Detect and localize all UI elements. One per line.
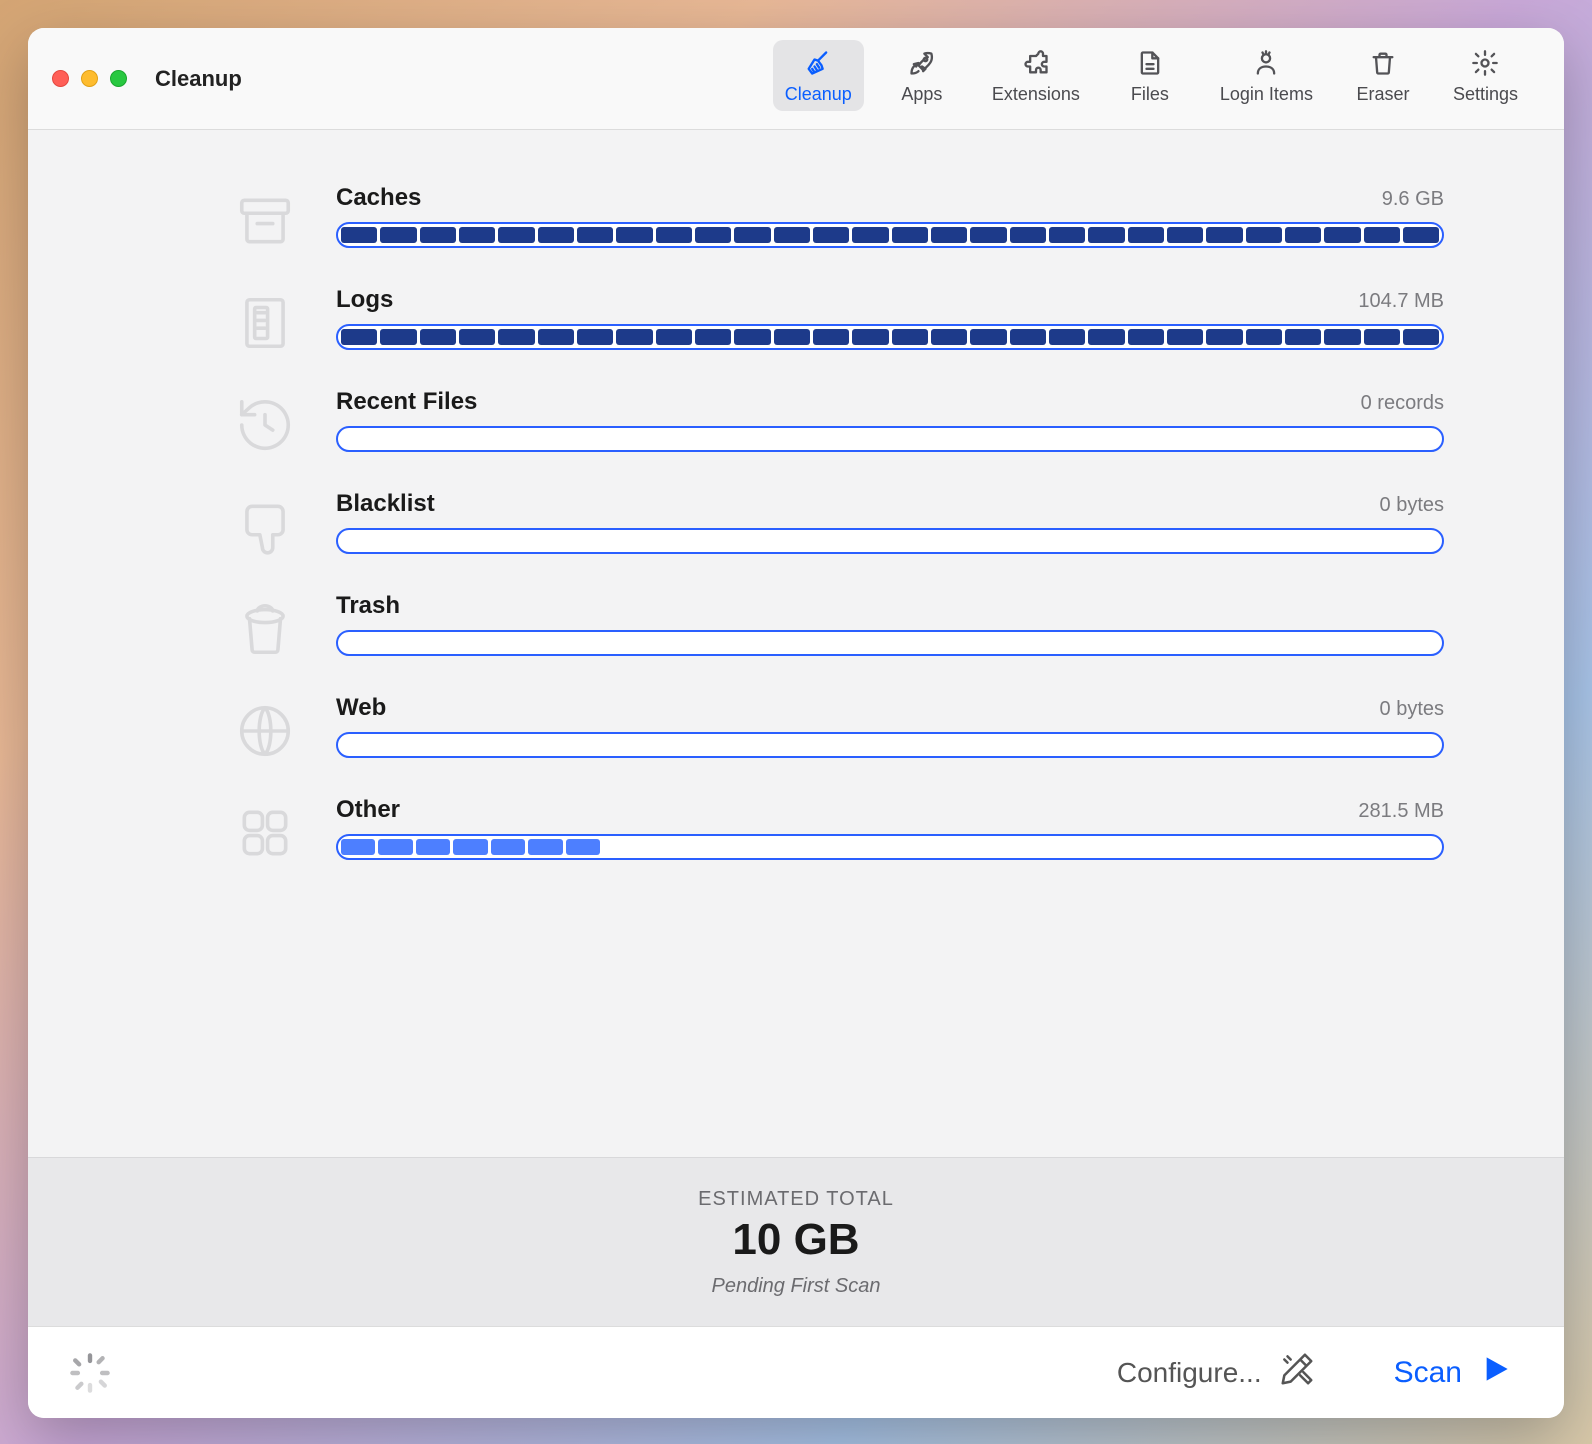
category-name: Other bbox=[336, 796, 400, 824]
rocket-icon bbox=[907, 48, 937, 78]
category-row-web[interactable]: Web 0 bytes bbox=[228, 680, 1444, 782]
scan-label: Scan bbox=[1394, 1356, 1462, 1390]
category-name: Web bbox=[336, 694, 386, 722]
category-size: 9.6 GB bbox=[1382, 188, 1444, 211]
summary-label: ESTIMATED TOTAL bbox=[28, 1188, 1564, 1211]
thumbs-down-icon bbox=[228, 490, 302, 564]
archive-box-icon bbox=[228, 184, 302, 258]
tab-files[interactable]: Files bbox=[1110, 40, 1190, 111]
gear-icon bbox=[1470, 48, 1500, 78]
category-row-caches[interactable]: Caches 9.6 GB bbox=[228, 170, 1444, 272]
category-name: Trash bbox=[336, 592, 400, 620]
category-name: Blacklist bbox=[336, 490, 435, 518]
bin-icon bbox=[228, 592, 302, 666]
grid-icon bbox=[228, 796, 302, 870]
tab-label: Settings bbox=[1453, 84, 1518, 105]
traffic-lights bbox=[52, 70, 127, 87]
category-size: 0 bytes bbox=[1380, 494, 1444, 517]
category-progress bbox=[336, 528, 1444, 554]
play-icon bbox=[1482, 1355, 1510, 1391]
category-name: Logs bbox=[336, 286, 393, 314]
tab-label: Extensions bbox=[992, 84, 1080, 105]
category-row-blacklist[interactable]: Blacklist 0 bytes bbox=[228, 476, 1444, 578]
close-window-button[interactable] bbox=[52, 70, 69, 87]
tab-label: Cleanup bbox=[785, 84, 852, 105]
loading-spinner-icon bbox=[68, 1351, 112, 1395]
category-progress bbox=[336, 426, 1444, 452]
clock-back-icon bbox=[228, 388, 302, 462]
category-progress bbox=[336, 324, 1444, 350]
tab-settings[interactable]: Settings bbox=[1441, 40, 1530, 111]
configure-label: Configure... bbox=[1117, 1357, 1262, 1389]
tab-extensions[interactable]: Extensions bbox=[980, 40, 1092, 111]
person-icon bbox=[1251, 48, 1281, 78]
summary-status: Pending First Scan bbox=[28, 1275, 1564, 1298]
scan-button[interactable]: Scan bbox=[1380, 1349, 1524, 1397]
cleanup-categories: Caches 9.6 GB Logs 104.7 MB Recent Files… bbox=[28, 130, 1564, 1157]
tab-label: Login Items bbox=[1220, 84, 1313, 105]
category-progress bbox=[336, 834, 1444, 860]
tab-label: Apps bbox=[901, 84, 942, 105]
category-progress bbox=[336, 732, 1444, 758]
puzzle-icon bbox=[1021, 48, 1051, 78]
app-window: Cleanup Cleanup Apps Extensions Files Lo… bbox=[28, 28, 1564, 1418]
log-icon bbox=[228, 286, 302, 360]
summary-total: 10 GB bbox=[28, 1215, 1564, 1265]
window-title: Cleanup bbox=[155, 66, 242, 92]
tab-login-items[interactable]: Login Items bbox=[1208, 40, 1325, 111]
trash-icon bbox=[1368, 48, 1398, 78]
footer-bar: Configure... Scan bbox=[28, 1326, 1564, 1418]
category-progress bbox=[336, 630, 1444, 656]
minimize-window-button[interactable] bbox=[81, 70, 98, 87]
category-row-trash[interactable]: Trash bbox=[228, 578, 1444, 680]
tab-label: Files bbox=[1131, 84, 1169, 105]
category-progress bbox=[336, 222, 1444, 248]
tab-cleanup[interactable]: Cleanup bbox=[773, 40, 864, 111]
category-size: 0 records bbox=[1361, 392, 1444, 415]
category-row-logs[interactable]: Logs 104.7 MB bbox=[228, 272, 1444, 374]
summary-panel: ESTIMATED TOTAL 10 GB Pending First Scan bbox=[28, 1157, 1564, 1326]
globe-icon bbox=[228, 694, 302, 768]
category-name: Recent Files bbox=[336, 388, 477, 416]
tab-eraser[interactable]: Eraser bbox=[1343, 40, 1423, 111]
file-icon bbox=[1135, 48, 1165, 78]
category-name: Caches bbox=[336, 184, 421, 212]
tab-apps[interactable]: Apps bbox=[882, 40, 962, 111]
category-size: 104.7 MB bbox=[1358, 290, 1444, 313]
category-row-other[interactable]: Other 281.5 MB bbox=[228, 782, 1444, 884]
category-size: 281.5 MB bbox=[1358, 800, 1444, 823]
category-row-recent-files[interactable]: Recent Files 0 records bbox=[228, 374, 1444, 476]
configure-button[interactable]: Configure... bbox=[1103, 1344, 1330, 1401]
toolbar-tabs: Cleanup Apps Extensions Files Login Item… bbox=[773, 28, 1530, 129]
broom-icon bbox=[803, 48, 833, 78]
tools-icon bbox=[1278, 1350, 1316, 1395]
category-size: 0 bytes bbox=[1380, 698, 1444, 721]
zoom-window-button[interactable] bbox=[110, 70, 127, 87]
titlebar: Cleanup Cleanup Apps Extensions Files Lo… bbox=[28, 28, 1564, 130]
tab-label: Eraser bbox=[1356, 84, 1409, 105]
